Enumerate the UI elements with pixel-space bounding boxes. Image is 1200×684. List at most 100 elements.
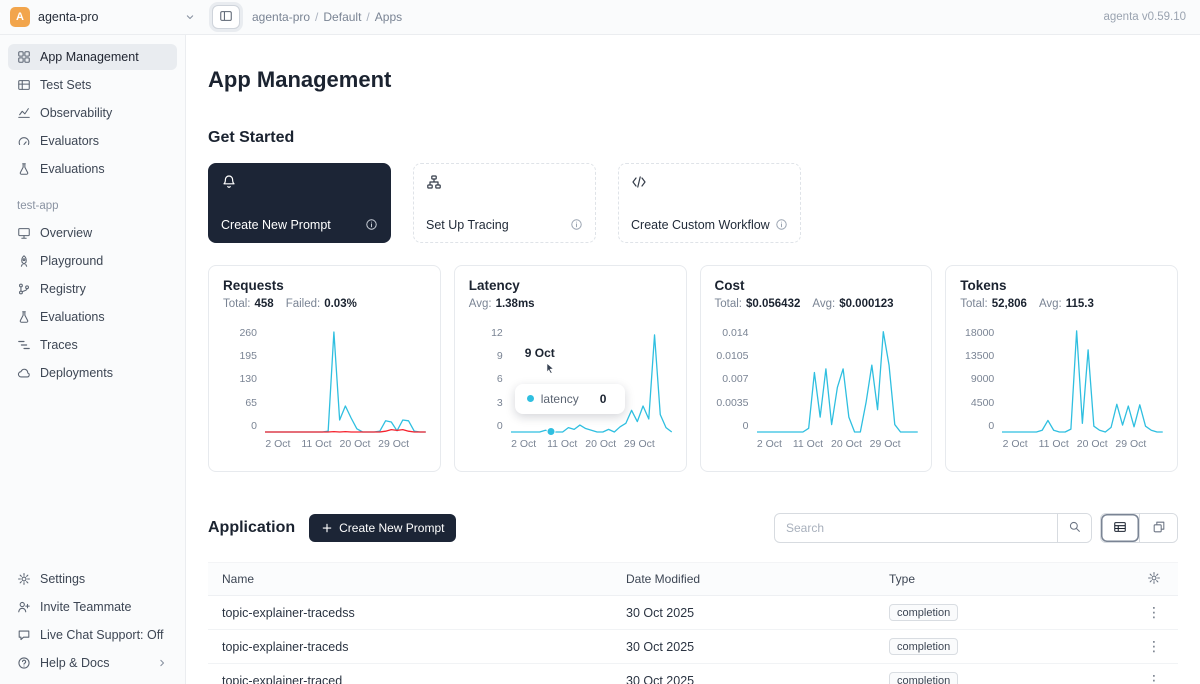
view-toggle [1100,513,1178,543]
x-axis: 2 Oct11 Oct20 Oct29 Oct [265,438,426,451]
sidebar-item-evaluations[interactable]: Evaluations [8,156,177,182]
row-actions-button[interactable]: ⋮ [1130,638,1178,655]
prompt-bell-icon [221,174,378,190]
sidebar-item-help-docs[interactable]: Help & Docs [8,650,177,676]
type-tag: completion [889,604,958,621]
chart-tooltip-date: 9 Oct [525,346,555,360]
table-view-button[interactable] [1101,514,1139,542]
cell-type: completion [875,672,1130,684]
metric-card-latency: LatencyAvg:1.38ms1296302 Oct11 Oct20 Oct… [454,265,687,472]
get-started-card-set-up-tracing[interactable]: Set Up Tracing [413,163,596,243]
plot[interactable] [511,328,672,432]
column-header-date-modified[interactable]: Date Modified [612,572,875,586]
y-tick-label: 65 [245,398,257,409]
y-tick-label: 9 [497,351,503,362]
flask-icon [17,310,31,324]
sidebar-item-overview[interactable]: Overview [8,220,177,246]
y-tick-label: 6 [497,374,503,385]
stat-label: Avg: [812,298,835,310]
monitor-icon [17,226,31,240]
card-view-button[interactable] [1139,514,1177,542]
create-new-prompt-button[interactable]: Create New Prompt [309,514,456,542]
row-actions-button[interactable]: ⋮ [1130,672,1178,684]
breadcrumb-item-apps[interactable]: Apps [375,10,402,24]
sidebar-item-evaluations[interactable]: Evaluations [8,304,177,330]
sidebar-toggle-button[interactable] [212,5,240,29]
metric-cards: RequestsTotal:458Failed:0.03%26019513065… [208,265,1178,472]
sidebar-item-deployments[interactable]: Deployments [8,360,177,386]
y-tick-label: 0.0105 [716,351,748,362]
sidebar-item-invite-teammate[interactable]: Invite Teammate [8,594,177,620]
get-started-card-create-custom-workflow[interactable]: Create Custom Workflow [618,163,801,243]
cell-date-modified: 30 Oct 2025 [612,640,875,654]
sidebar-item-traces[interactable]: Traces [8,332,177,358]
stat-label: Total: [715,298,743,310]
plot[interactable] [265,328,426,432]
get-started-card-create-new-prompt[interactable]: Create New Prompt [208,163,391,243]
sidebar-item-evaluators[interactable]: Evaluators [8,128,177,154]
plot[interactable] [1002,328,1163,432]
y-tick-label: 0 [497,421,503,432]
breadcrumb-item-agenta-pro[interactable]: agenta-pro [252,10,310,24]
main-content: App Management Get Started Create New Pr… [186,34,1200,684]
sidebar-item-label: Observability [40,106,168,120]
search-input[interactable] [775,514,1057,542]
sidebar-item-settings[interactable]: Settings [8,566,177,592]
sidebar-item-live-chat-support-off[interactable]: Live Chat Support: Off [8,622,177,648]
sidebar-item-playground[interactable]: Playground [8,248,177,274]
stat-value: 458 [255,298,274,310]
cell-date-modified: 30 Oct 2025 [612,606,875,620]
x-tick-label: 11 Oct [547,438,577,450]
sidebar-item-test-sets[interactable]: Test Sets [8,72,177,98]
stat-value: 1.38ms [496,298,535,310]
chart-line-icon [17,106,31,120]
gauge-icon [17,134,31,148]
get-started-card-footer: Create New Prompt [221,218,378,232]
column-header-type[interactable]: Type [875,572,1130,586]
tooltip-series-dot [527,395,534,402]
mini-line-chart: 2601951306502 Oct11 Oct20 Oct29 Oct [223,328,426,451]
y-tick-label: 13500 [965,351,994,362]
y-tick-label: 12 [491,328,503,339]
metric-card-stats: Avg: 1.38ms [469,298,672,310]
search-button[interactable] [1057,514,1091,542]
sidebar-item-app-management[interactable]: App Management [8,44,177,70]
table-row[interactable]: topic-explainer-tracedss30 Oct 2025 compl… [208,596,1178,630]
plot-area: 2 Oct11 Oct20 Oct29 Oct [757,328,918,451]
stat-label: Avg: [469,298,492,310]
plot[interactable] [757,328,918,432]
gear-icon [1147,571,1161,588]
table-header-row: Name Date Modified Type [208,562,1178,596]
y-tick-label: 9000 [971,374,994,385]
metric-card-cost: CostTotal:$0.056432Avg:$0.0001230.0140.0… [700,265,933,472]
column-header-name[interactable]: Name [208,572,612,586]
table-controls [774,513,1178,543]
workspace-selector[interactable]: A agenta-pro [0,0,208,34]
workspace-name: agenta-pro [38,10,176,24]
table-settings-button[interactable] [1130,571,1178,588]
stat-value: $0.056432 [746,298,800,310]
table-row[interactable]: topic-explainer-traced30 Oct 2025complet… [208,664,1178,684]
cell-name: topic-explainer-tracedss [208,606,612,620]
metric-stat: Avg:$0.000123 [812,298,893,310]
metric-stat: Total:52,806 [960,298,1027,310]
cell-date-modified: 30 Oct 2025 [612,674,875,684]
search-icon [1068,520,1081,536]
x-tick-label: 29 Oct [870,438,901,450]
breadcrumb-item-default[interactable]: Default [323,10,361,24]
row-actions-button[interactable]: ⋮ [1130,604,1178,621]
get-started-card-label: Set Up Tracing [426,218,509,232]
workspace-avatar: A [10,7,30,27]
sidebar-item-label: Evaluations [40,162,168,176]
sidebar-item-label: Overview [40,226,168,240]
metric-stat: Total:$0.056432 [715,298,801,310]
y-tick-label: 260 [239,328,257,339]
chevron-right-icon [156,657,168,669]
sidebar-item-label: App Management [40,50,168,64]
sidebar-item-registry[interactable]: Registry [8,276,177,302]
y-tick-label: 195 [239,351,257,362]
table-row[interactable]: topic-explainer-traceds30 Oct 2025comple… [208,630,1178,664]
sidebar-item-observability[interactable]: Observability [8,100,177,126]
y-axis: 260195130650 [223,328,257,432]
stat-value: 52,806 [992,298,1027,310]
